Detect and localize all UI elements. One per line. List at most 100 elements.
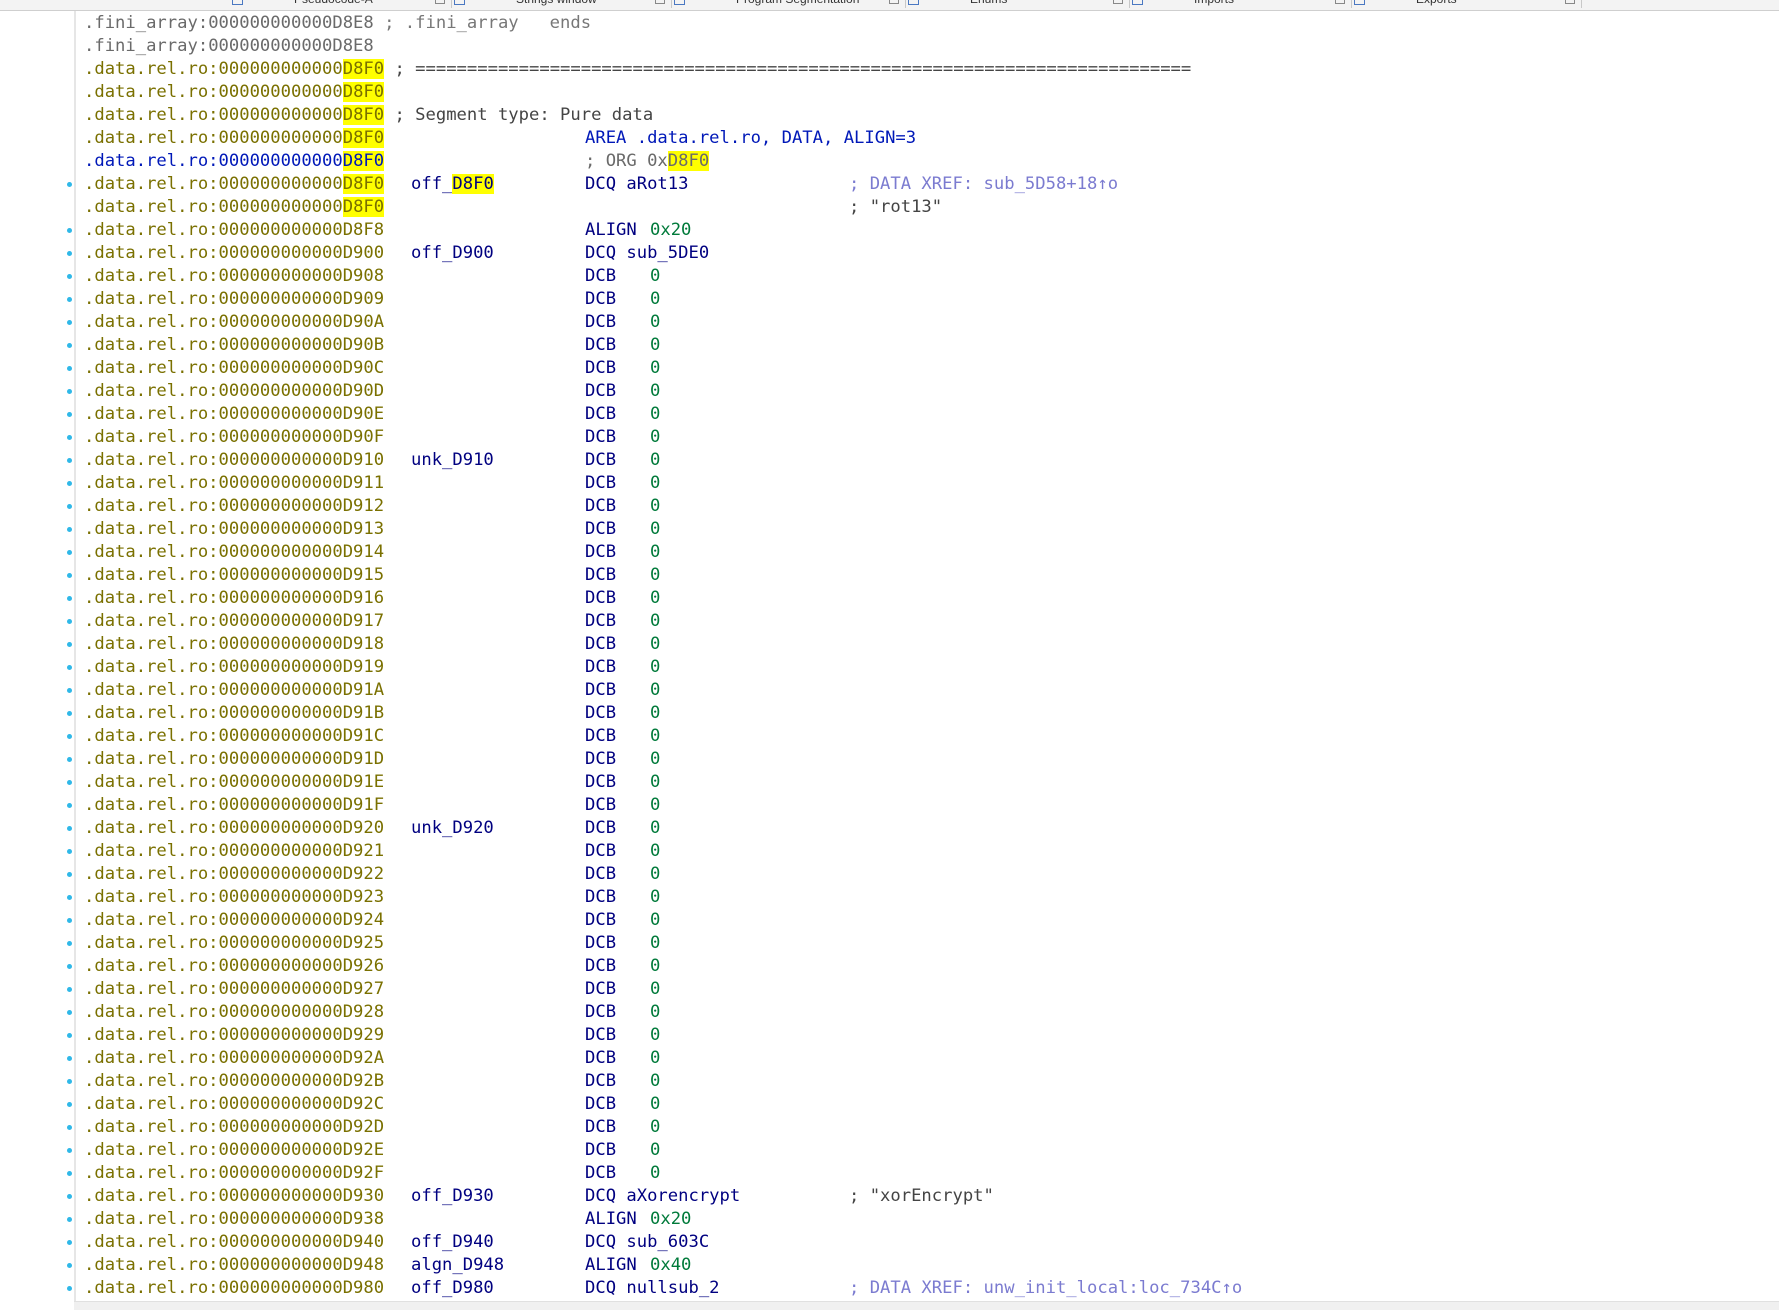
instruction[interactable]: DCB xyxy=(585,564,616,587)
operand[interactable]: 0 xyxy=(650,978,660,1001)
address-column[interactable]: .data.rel.ro:000000000000D924 xyxy=(84,909,384,932)
operand[interactable]: 0 xyxy=(650,955,660,978)
instruction[interactable]: DCB xyxy=(585,1116,616,1139)
operand[interactable]: 0 xyxy=(650,817,660,840)
address-column[interactable]: .data.rel.ro:000000000000D90B xyxy=(84,334,384,357)
operand[interactable]: 0 xyxy=(650,794,660,817)
label-name[interactable]: algn_D948 xyxy=(411,1254,504,1277)
instruction[interactable]: DCB xyxy=(585,978,616,1001)
operand[interactable]: 0 xyxy=(650,840,660,863)
address-column[interactable]: .data.rel.ro:000000000000D91F xyxy=(84,794,384,817)
instruction[interactable]: DCB xyxy=(585,725,616,748)
address-column[interactable]: .data.rel.ro:000000000000D927 xyxy=(84,978,384,1001)
operand[interactable]: 0x20 xyxy=(650,1208,691,1231)
instruction[interactable]: DCQ sub_5DE0 xyxy=(585,242,709,265)
instruction[interactable]: DCQ nullsub_2 xyxy=(585,1277,720,1300)
operand[interactable]: 0 xyxy=(650,863,660,886)
instruction[interactable]: DCB xyxy=(585,426,616,449)
horizontal-scrollbar[interactable] xyxy=(74,1301,1779,1310)
address-column[interactable]: .data.rel.ro:000000000000D914 xyxy=(84,541,384,564)
instruction[interactable]: DCB xyxy=(585,518,616,541)
operand[interactable]: 0 xyxy=(650,748,660,771)
operand[interactable]: 0 xyxy=(650,334,660,357)
address-column[interactable]: .data.rel.ro:000000000000D909 xyxy=(84,288,384,311)
label-name[interactable]: unk_D910 xyxy=(411,449,494,472)
instruction[interactable]: DCB xyxy=(585,587,616,610)
instruction[interactable]: DCQ aXorencrypt xyxy=(585,1185,740,1208)
tab-0[interactable]: Pseudocode-A xyxy=(230,0,452,8)
address-column[interactable]: .data.rel.ro:000000000000D8F0 xyxy=(84,81,385,104)
address-column[interactable]: .data.rel.ro:000000000000D928 xyxy=(84,1001,384,1024)
instruction[interactable]: DCB xyxy=(585,817,616,840)
address-column[interactable]: .data.rel.ro:000000000000D926 xyxy=(84,955,384,978)
address-column[interactable]: .data.rel.ro:000000000000D92F xyxy=(84,1162,384,1185)
instruction[interactable]: ; ORG 0xD8F0 xyxy=(585,150,710,173)
tab-close-icon[interactable] xyxy=(655,0,665,4)
address-column[interactable]: .data.rel.ro:000000000000D92A xyxy=(84,1047,384,1070)
address-column[interactable]: .data.rel.ro:000000000000D911 xyxy=(84,472,384,495)
operand[interactable]: 0 xyxy=(650,1070,660,1093)
address-column[interactable]: .data.rel.ro:000000000000D929 xyxy=(84,1024,384,1047)
instruction[interactable]: DCQ sub_603C xyxy=(585,1231,709,1254)
operand[interactable]: 0 xyxy=(650,311,660,334)
instruction[interactable]: DCB xyxy=(585,403,616,426)
address-column[interactable]: .data.rel.ro:000000000000D919 xyxy=(84,656,384,679)
operand[interactable]: 0 xyxy=(650,610,660,633)
address-column[interactable]: .data.rel.ro:000000000000D91A xyxy=(84,679,384,702)
instruction[interactable]: DCB xyxy=(585,840,616,863)
label-name[interactable]: unk_D920 xyxy=(411,817,494,840)
operand[interactable]: 0 xyxy=(650,1047,660,1070)
address-column[interactable]: .data.rel.ro:000000000000D90E xyxy=(84,403,384,426)
address-column[interactable]: .data.rel.ro:000000000000D940 xyxy=(84,1231,384,1254)
xref-comment[interactable]: ; DATA XREF: unw_init_local:loc_734C↑o xyxy=(849,1277,1242,1300)
address-column[interactable]: .data.rel.ro:000000000000D90A xyxy=(84,311,384,334)
instruction[interactable]: DCB xyxy=(585,357,616,380)
tab-1[interactable]: Strings window xyxy=(452,0,672,8)
address-column[interactable]: .data.rel.ro:000000000000D925 xyxy=(84,932,384,955)
operand[interactable]: 0 xyxy=(650,886,660,909)
address-column[interactable]: .data.rel.ro:000000000000D8F0 xyxy=(84,150,385,173)
operand[interactable]: 0 xyxy=(650,1116,660,1139)
instruction[interactable]: ALIGN xyxy=(585,1208,637,1231)
instruction[interactable]: DCB xyxy=(585,334,616,357)
instruction[interactable]: DCB xyxy=(585,932,616,955)
address-column[interactable]: .data.rel.ro:000000000000D90F xyxy=(84,426,384,449)
address-column[interactable]: .data.rel.ro:000000000000D920 xyxy=(84,817,384,840)
address-column[interactable]: .data.rel.ro:000000000000D910 xyxy=(84,449,384,472)
tab-close-icon[interactable] xyxy=(1335,0,1345,4)
operand[interactable]: 0 xyxy=(650,1162,660,1185)
instruction[interactable]: DCB xyxy=(585,311,616,334)
tab-close-icon[interactable] xyxy=(889,0,899,4)
instruction[interactable]: DCB xyxy=(585,1024,616,1047)
tab-3[interactable]: Enums xyxy=(906,0,1130,8)
instruction[interactable]: DCB xyxy=(585,1139,616,1162)
operand[interactable]: 0 xyxy=(650,1001,660,1024)
operand[interactable]: 0 xyxy=(650,518,660,541)
address-column[interactable]: .data.rel.ro:000000000000D980 xyxy=(84,1277,384,1300)
instruction[interactable]: DCB xyxy=(585,633,616,656)
operand[interactable]: 0 xyxy=(650,1093,660,1116)
instruction[interactable]: DCB xyxy=(585,265,616,288)
operand[interactable]: 0 xyxy=(650,932,660,955)
operand[interactable]: 0 xyxy=(650,403,660,426)
operand[interactable]: 0 xyxy=(650,771,660,794)
operand[interactable]: 0 xyxy=(650,449,660,472)
address-column[interactable]: .data.rel.ro:000000000000D918 xyxy=(84,633,384,656)
address-column[interactable]: .data.rel.ro:000000000000D92E xyxy=(84,1139,384,1162)
instruction[interactable]: DCB xyxy=(585,1070,616,1093)
operand[interactable]: 0 xyxy=(650,679,660,702)
operand[interactable]: 0x20 xyxy=(650,219,691,242)
address-column[interactable]: .data.rel.ro:000000000000D91E xyxy=(84,771,384,794)
instruction[interactable]: DCB xyxy=(585,955,616,978)
address-column[interactable]: .data.rel.ro:000000000000D913 xyxy=(84,518,384,541)
instruction[interactable]: DCB xyxy=(585,679,616,702)
instruction[interactable]: AREA .data.rel.ro, DATA, ALIGN=3 xyxy=(585,127,916,150)
operand[interactable]: 0 xyxy=(650,656,660,679)
instruction[interactable]: DCB xyxy=(585,541,616,564)
address-column[interactable]: .data.rel.ro:000000000000D92B xyxy=(84,1070,384,1093)
address-column[interactable]: .data.rel.ro:000000000000D912 xyxy=(84,495,384,518)
operand[interactable]: 0 xyxy=(650,541,660,564)
address-column[interactable]: .data.rel.ro:000000000000D930 xyxy=(84,1185,384,1208)
address-column[interactable]: .data.rel.ro:000000000000D915 xyxy=(84,564,384,587)
address-column[interactable]: .data.rel.ro:000000000000D8F8 xyxy=(84,219,384,242)
